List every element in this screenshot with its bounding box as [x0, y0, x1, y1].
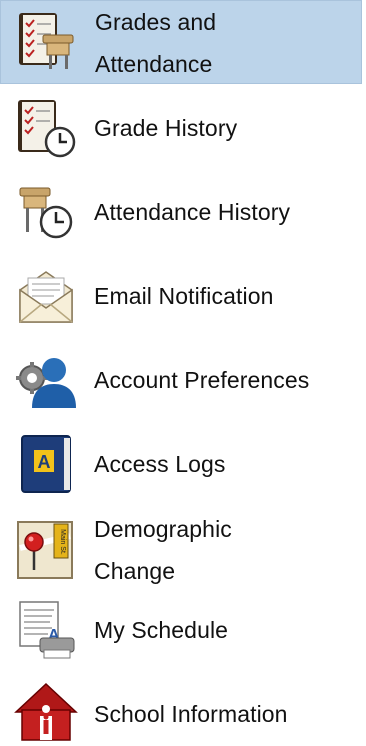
nav-item-label: Demographic Change	[94, 516, 232, 584]
nav-item-grades-and-attendance[interactable]: Grades and Attendance	[0, 0, 362, 84]
log-book-icon: A	[14, 432, 78, 496]
nav-item-label: Grades and Attendance	[95, 9, 217, 77]
user-gear-icon	[14, 348, 78, 412]
nav-item-grade-history[interactable]: Grade History	[0, 90, 362, 166]
nav-item-label: Grade History	[94, 115, 238, 141]
nav-item-label: Account Preferences	[94, 367, 310, 393]
schedule-printer-icon: A	[14, 598, 78, 662]
nav-item-school-information[interactable]: School Information	[0, 676, 362, 746]
gradebook-clock-icon	[14, 96, 78, 160]
nav-item-account-preferences[interactable]: Account Preferences	[0, 342, 362, 418]
nav-item-label: Attendance History	[94, 199, 291, 225]
nav-item-label: School Information	[94, 701, 288, 727]
student-nav-menu: Grades and Attendance Grade History Atte…	[0, 0, 366, 746]
svg-text:A: A	[38, 452, 51, 472]
envelope-icon	[14, 264, 78, 328]
nav-item-email-notification[interactable]: Email Notification	[0, 258, 362, 334]
nav-item-label: My Schedule	[94, 617, 229, 643]
nav-item-my-schedule[interactable]: A My Schedule	[0, 592, 362, 668]
desk-clock-icon	[14, 180, 78, 244]
nav-item-label: Email Notification	[94, 283, 274, 309]
svg-text:Main St.: Main St.	[59, 529, 66, 555]
nav-item-attendance-history[interactable]: Attendance History	[0, 174, 362, 250]
map-pin-icon: Main St.	[14, 518, 78, 582]
nav-item-demographic-change[interactable]: Main St. Demographic Change	[0, 508, 362, 592]
gradebook-desk-icon	[15, 9, 79, 73]
nav-item-label: Access Logs	[94, 451, 226, 477]
nav-item-access-logs[interactable]: A Access Logs	[0, 426, 362, 502]
school-house-icon	[14, 680, 78, 744]
